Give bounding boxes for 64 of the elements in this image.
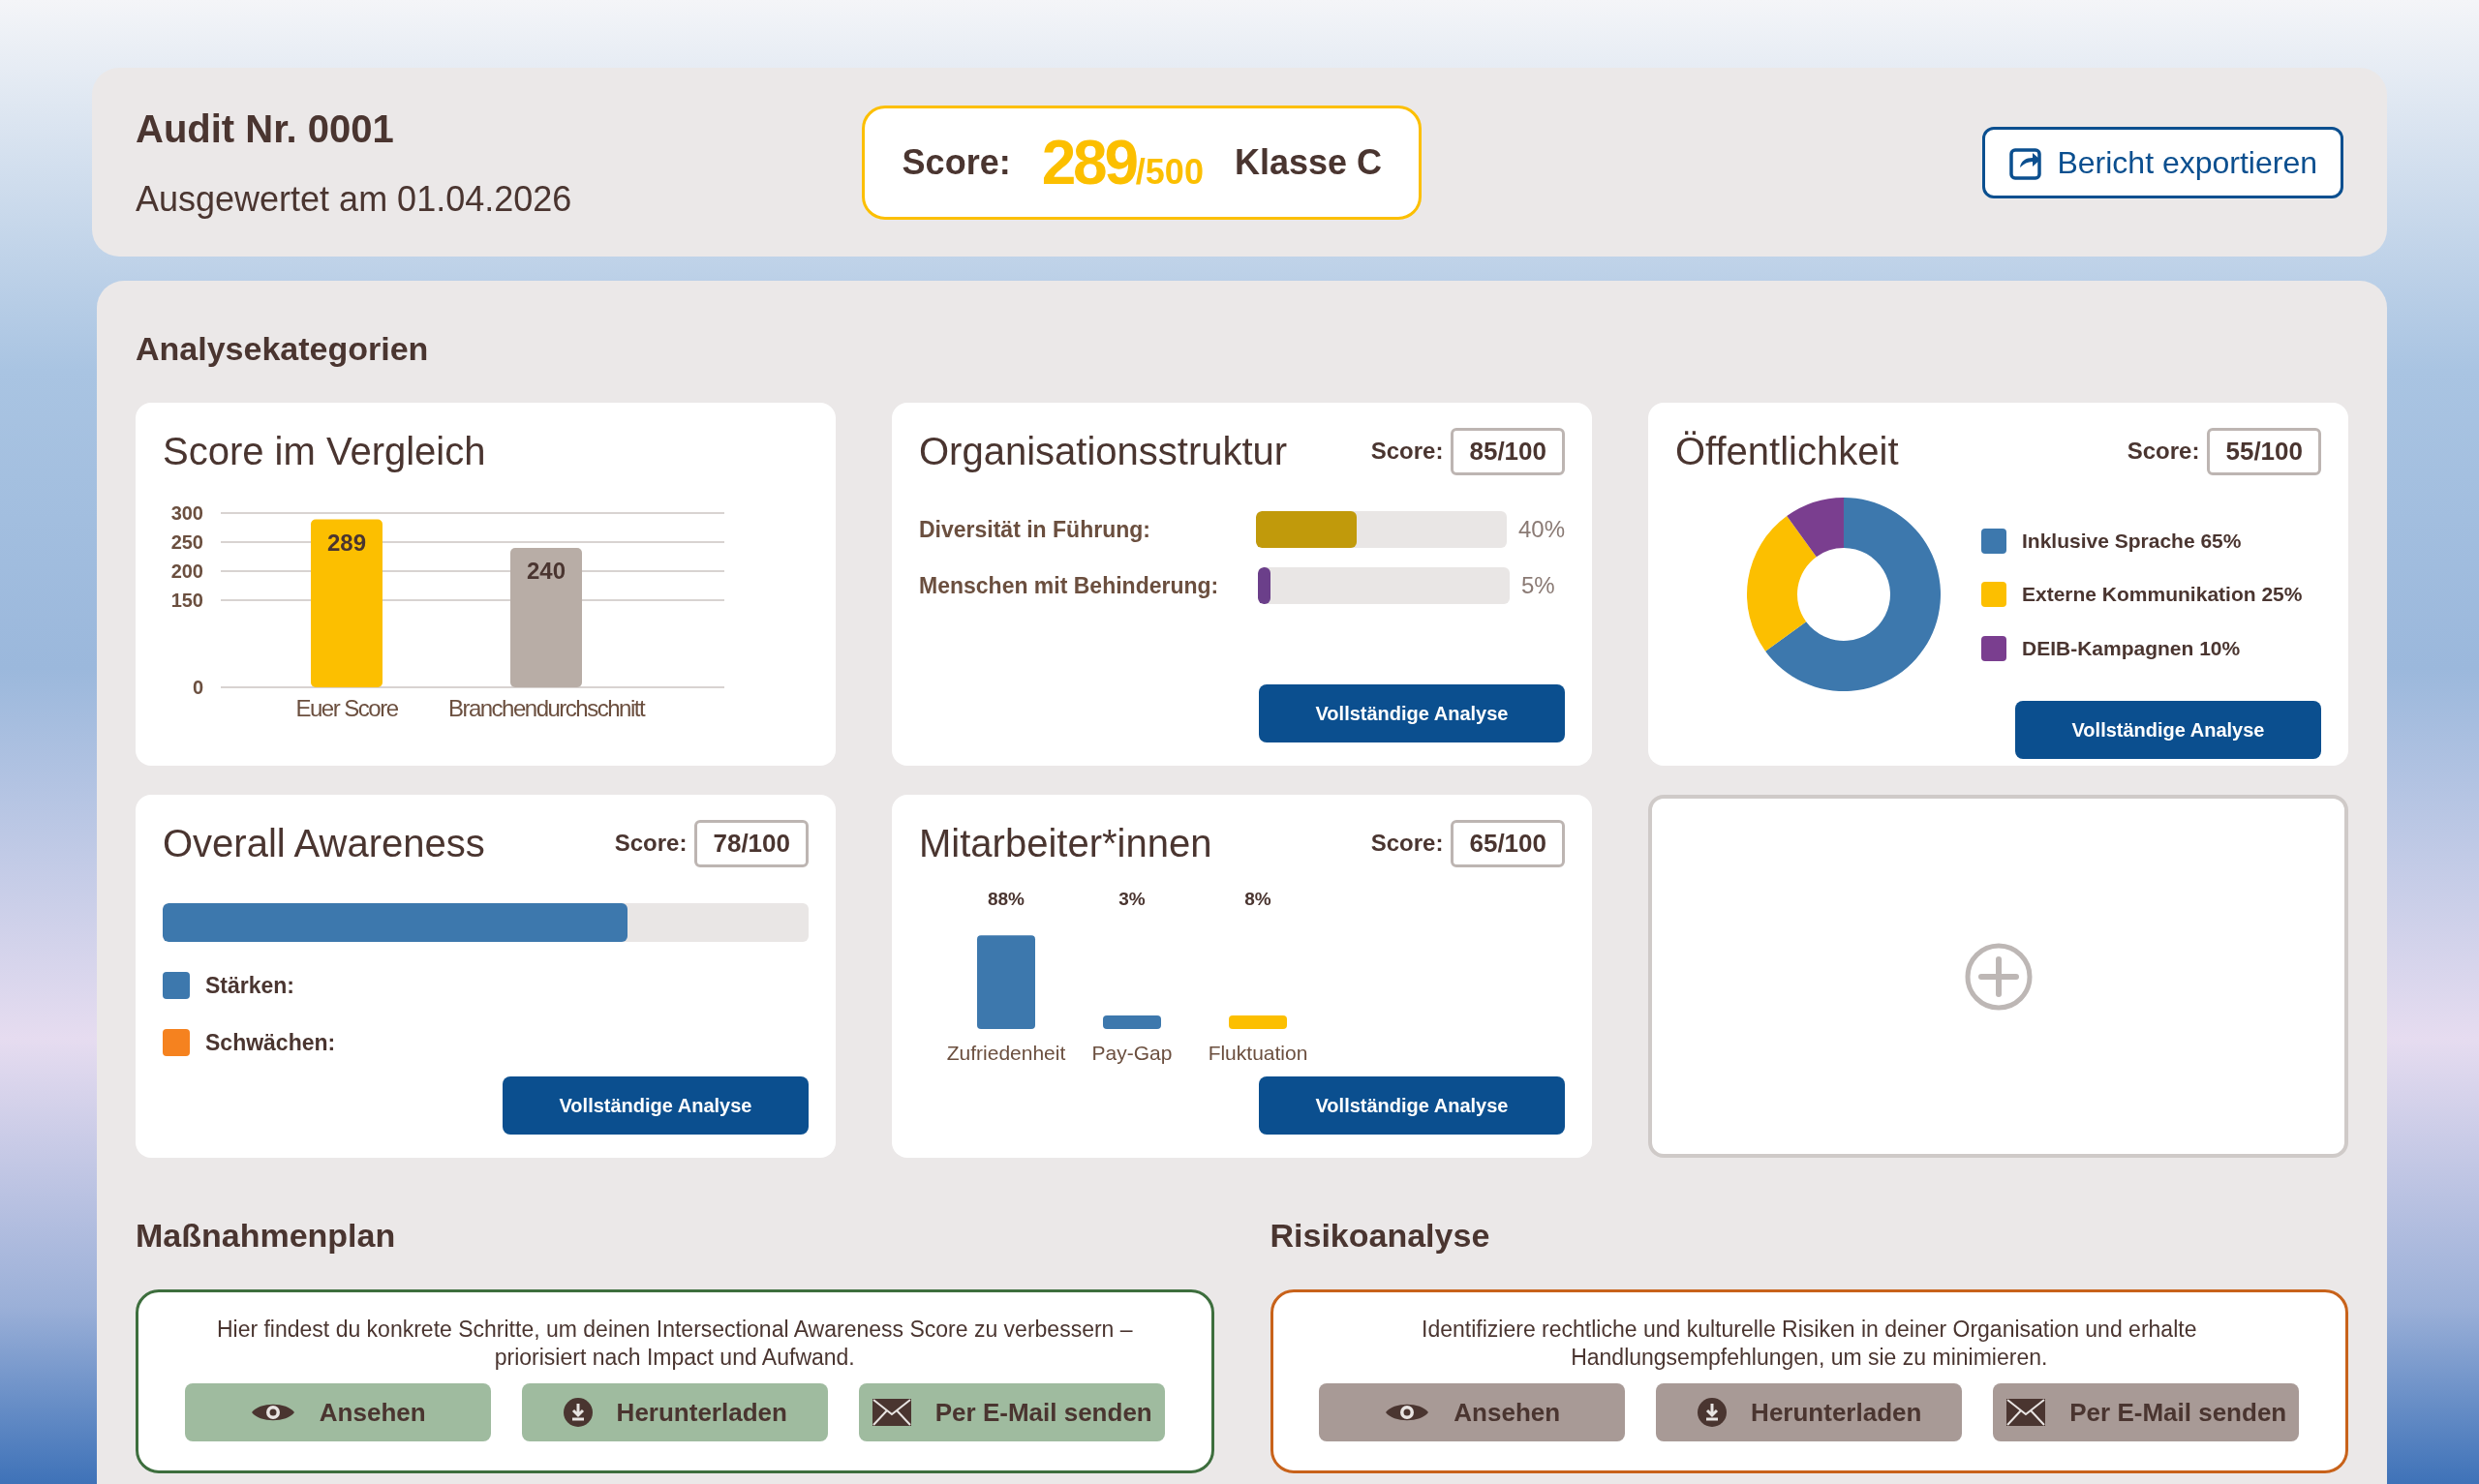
card-title: Organisationsstruktur bbox=[919, 429, 1288, 474]
card-title: Overall Awareness bbox=[163, 821, 485, 866]
action-button[interactable]: Per E-Mail senden bbox=[858, 1383, 1165, 1441]
action-button[interactable]: Ansehen bbox=[184, 1383, 491, 1441]
score-value: 55/100 bbox=[2207, 427, 2321, 475]
legend-label: Schwächen: bbox=[205, 1028, 336, 1057]
section-heading: Risikoanalyse bbox=[1270, 1216, 1491, 1256]
score-label: Score: bbox=[1370, 829, 1444, 858]
download-icon bbox=[562, 1397, 594, 1428]
score-label: Score: bbox=[902, 140, 1011, 184]
score-value: 85/100 bbox=[1451, 427, 1565, 475]
meter-label: Diversität in Führung: bbox=[919, 515, 1151, 544]
score-label: Score: bbox=[614, 829, 688, 858]
category-label: Euer Score bbox=[295, 695, 398, 718]
axis-tick-label: 200 bbox=[170, 560, 203, 582]
card-title: Score im Vergleich bbox=[163, 429, 486, 474]
action-button[interactable]: Herunterladen bbox=[1656, 1383, 1963, 1441]
axis-tick-label: 300 bbox=[170, 502, 203, 524]
section-description: Hier findest du konkrete Schritte, um deinen Intersectional Awareness Score zu verbessern – priorisiert nach Impact und Aufwand. bbox=[215, 1316, 1134, 1372]
class-label: Klasse C bbox=[1234, 140, 1382, 184]
section-heading: Maßnahmenplan bbox=[136, 1216, 397, 1256]
category-label: Fluktuation bbox=[1208, 1042, 1308, 1064]
legend-label: Inklusive Sprache 65% bbox=[2022, 528, 2242, 554]
bar-value-label: 3% bbox=[1118, 889, 1146, 909]
card-title: Öffentlichkeit bbox=[1675, 429, 1899, 474]
envelope-icon bbox=[871, 1398, 912, 1427]
analysis-button[interactable]: Vollständige Analyse bbox=[2015, 701, 2321, 759]
analysis-button[interactable]: Vollständige Analyse bbox=[1259, 1076, 1565, 1135]
export-button[interactable]: Bericht exportieren bbox=[1982, 126, 2343, 198]
axis-tick-label: 250 bbox=[170, 531, 203, 553]
action-button[interactable]: Herunterladen bbox=[521, 1383, 828, 1441]
score-value: 78/100 bbox=[694, 819, 809, 867]
total-score: 289 bbox=[1041, 126, 1136, 199]
legend-label: Stärken: bbox=[205, 972, 295, 1000]
meter-label: Menschen mit Behinderung: bbox=[919, 571, 1220, 600]
bar-value-label: 289 bbox=[327, 529, 366, 556]
plus-circle-icon bbox=[1963, 941, 2034, 1012]
bar-value-label: 240 bbox=[527, 558, 566, 584]
section-heading: Analysekategorien bbox=[136, 329, 430, 369]
axis-tick-label: 0 bbox=[192, 677, 203, 698]
analysis-button[interactable]: Vollständige Analyse bbox=[503, 1076, 809, 1135]
section-description: Identifiziere rechtliche und kulturelle Risiken in deiner Organisation und erhalte Handlungsempfehlungen, um sie zu minimieren. bbox=[1421, 1316, 2198, 1372]
audit-date: Ausgewertet am 01.04.2026 bbox=[136, 177, 572, 221]
category-label: Zufriedenheit bbox=[946, 1042, 1066, 1064]
card-title: Mitarbeiter*innen bbox=[919, 821, 1212, 866]
action-button[interactable]: Per E-Mail senden bbox=[1993, 1383, 2300, 1441]
envelope-icon bbox=[2005, 1398, 2047, 1427]
score-label: Score: bbox=[2127, 437, 2200, 466]
download-icon bbox=[1697, 1397, 1729, 1428]
meter-reading: 5% bbox=[1521, 571, 1555, 600]
category-label: Branchendurchschnitt bbox=[447, 695, 645, 718]
score-label: Score: bbox=[1370, 437, 1444, 466]
meter-reading: 40% bbox=[1517, 515, 1565, 544]
score-value: 65/100 bbox=[1451, 819, 1565, 867]
analysis-button[interactable]: Vollständige Analyse bbox=[1259, 684, 1565, 742]
add-card[interactable] bbox=[1648, 795, 2348, 1158]
legend-label: Externe Kommunikation 25% bbox=[2022, 582, 2303, 608]
audit-title: Audit Nr. 0001 bbox=[136, 106, 395, 152]
action-button[interactable]: Ansehen bbox=[1319, 1383, 1626, 1441]
legend-label: DEIB-Kampagnen 10% bbox=[2022, 635, 2241, 661]
category-label: Pay-Gap bbox=[1091, 1042, 1173, 1064]
bar-value-label: 8% bbox=[1244, 889, 1271, 909]
bar-value-label: 88% bbox=[988, 889, 1025, 909]
axis-tick-label: 150 bbox=[170, 590, 203, 611]
